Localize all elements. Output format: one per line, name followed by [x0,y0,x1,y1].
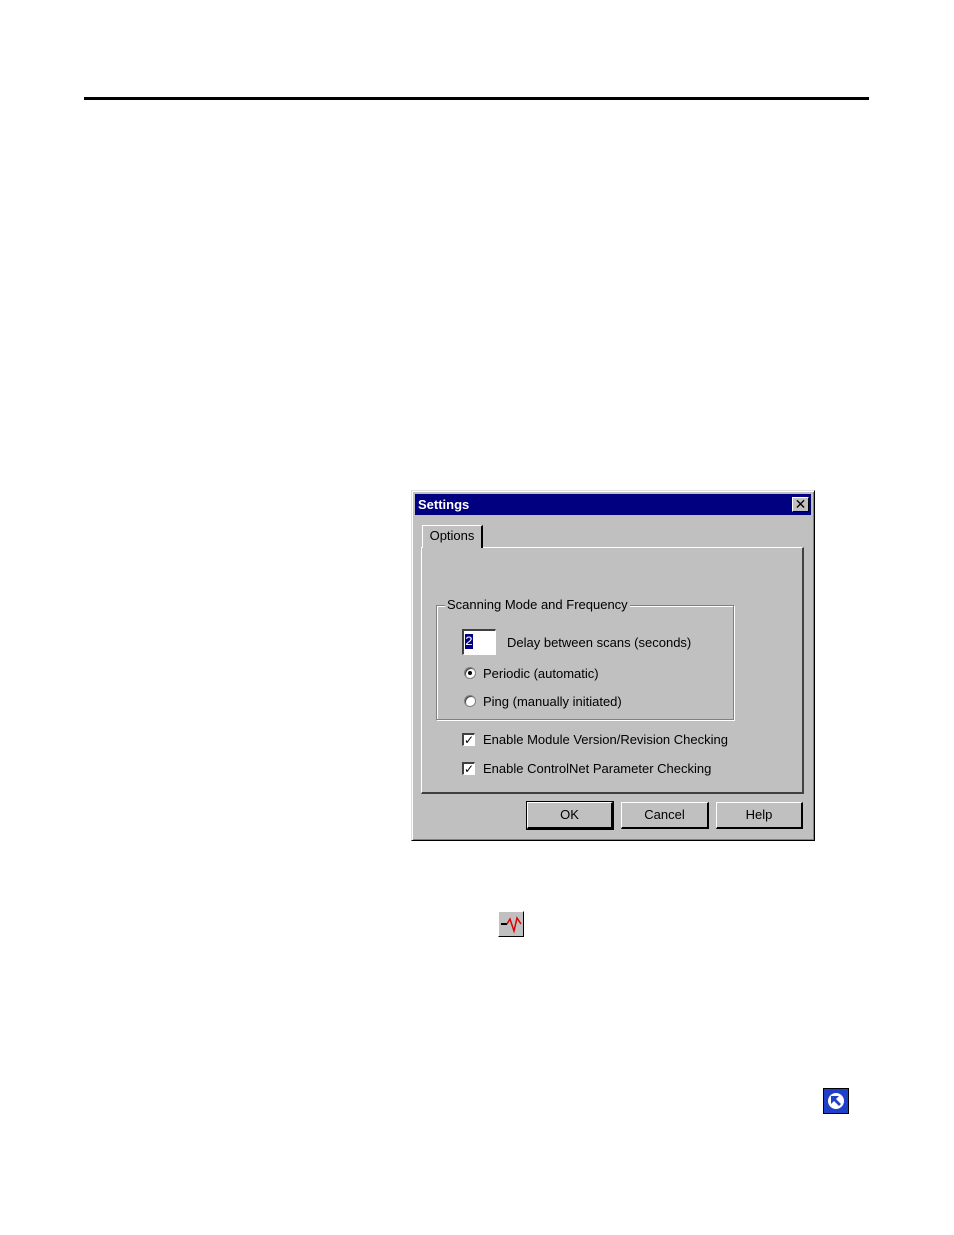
scanning-mode-group: Scanning Mode and Frequency 2 Delay betw… [436,597,734,720]
options-panel: Scanning Mode and Frequency 2 Delay betw… [421,547,804,794]
check-icon: ✓ [464,762,475,776]
top-rule [84,97,869,100]
radio-ping-label[interactable]: Ping (manually initiated) [483,694,622,709]
close-button[interactable]: ✕ [792,497,809,512]
dialog-title: Settings [418,497,470,512]
checkbox-controlnet-param[interactable]: ✓ [462,762,475,775]
group-legend: Scanning Mode and Frequency [445,597,630,612]
cancel-button[interactable]: Cancel [621,802,709,829]
radio-ping[interactable] [464,695,476,707]
return-arrow-icon[interactable] [823,1088,849,1114]
close-icon: ✕ [794,496,807,512]
checkbox-controlnet-param-label[interactable]: Enable ControlNet Parameter Checking [483,761,711,776]
arrow-up-left-icon [828,1093,844,1109]
tab-options[interactable]: Options [422,525,483,548]
delay-label: Delay between scans (seconds) [507,635,692,650]
help-button[interactable]: Help [716,802,803,829]
delay-input[interactable]: 2 [462,629,496,655]
title-bar[interactable]: Settings ✕ [415,494,811,515]
delay-input-value: 2 [465,634,473,649]
ok-button[interactable]: OK [526,801,614,830]
checkbox-module-version[interactable]: ✓ [462,733,475,746]
tab-options-label: Options [429,528,475,543]
radio-periodic[interactable] [464,667,476,679]
check-icon: ✓ [464,733,475,747]
waveform-toolbar-icon [498,911,524,937]
waveform-icon [501,916,522,934]
checkbox-module-version-label[interactable]: Enable Module Version/Revision Checking [483,732,728,747]
radio-periodic-label[interactable]: Periodic (automatic) [483,666,599,681]
settings-dialog: Settings ✕ Options Scanning Mode and Fre… [411,490,815,841]
